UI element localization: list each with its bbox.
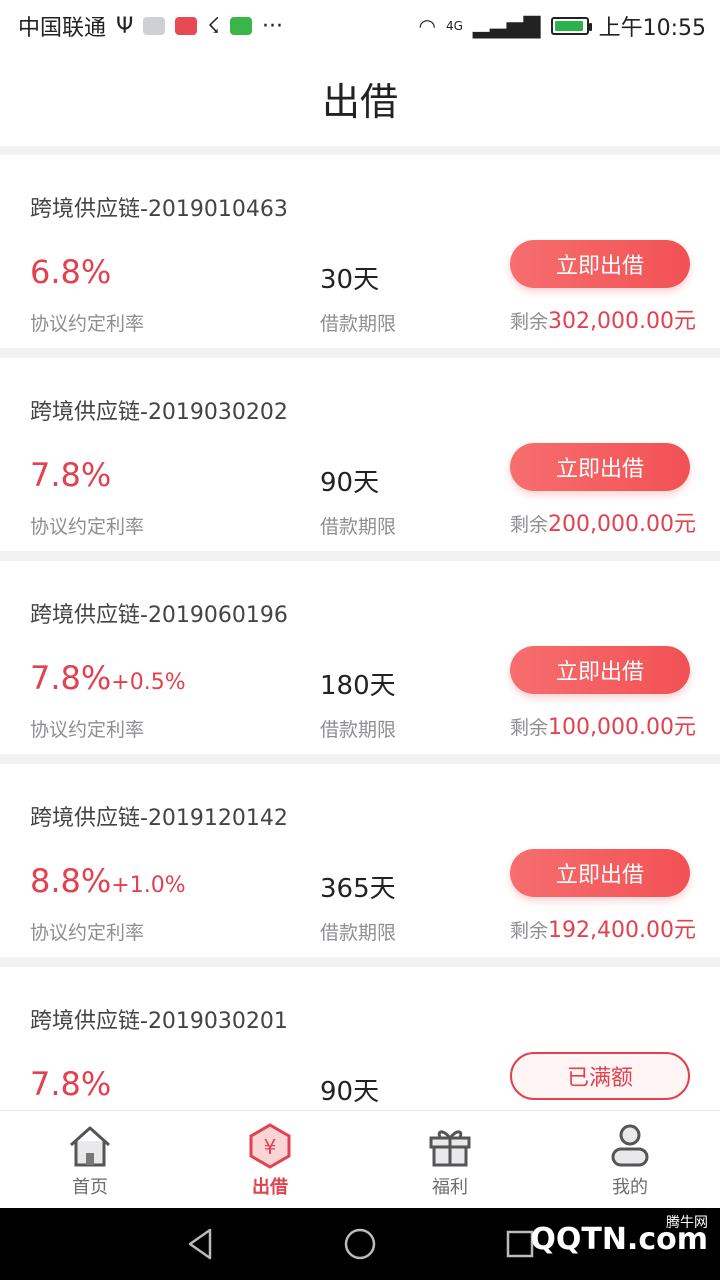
product-rate: 7.8% — [30, 1065, 111, 1103]
tab-lend-label: 出借 — [252, 1177, 288, 1198]
signal-icon: ▂▃▅▇ — [472, 13, 541, 39]
product-card[interactable]: 跨境供应链-2019030201 7.8% 90天 已满额 — [0, 967, 720, 1110]
product-term: 180天 — [320, 671, 396, 701]
status-right: ◠ 4G ▂▃▅▇ 上午10:55 — [419, 10, 706, 42]
product-name: 跨境供应链-2019030201 — [30, 1009, 288, 1034]
product-rate: 7.8%+0.5% — [30, 659, 186, 697]
rate-value: 6.8% — [30, 253, 112, 291]
term-label: 借款期限 — [320, 516, 397, 538]
tab-me[interactable]: 我的 — [540, 1111, 720, 1208]
product-name: 跨境供应链-2019060196 — [30, 603, 288, 628]
term-label: 借款期限 — [320, 313, 397, 335]
rate-value: 7.8% — [30, 456, 112, 494]
product-card[interactable]: 跨境供应链-2019030202 7.8% 协议约定利率 90天 借款期限 立即… — [0, 358, 720, 551]
rate-label: 协议约定利率 — [30, 922, 145, 944]
more-notifications-icon: ··· — [261, 13, 283, 39]
rate-label: 协议约定利率 — [30, 516, 145, 538]
product-name: 跨境供应链-2019010463 — [30, 197, 288, 222]
rate-label: 协议约定利率 — [30, 719, 145, 741]
remaining-amount: 剩余100,000.00元 — [510, 709, 696, 741]
rate-value: 8.8% — [30, 862, 112, 900]
tab-welfare-label: 福利 — [432, 1177, 468, 1198]
product-name: 跨境供应链-2019030202 — [30, 400, 288, 425]
app-notification-icon — [143, 17, 166, 35]
remaining-value: 192,400.00元 — [548, 918, 696, 943]
product-card[interactable]: 跨境供应链-2019120142 8.8%+1.0% 协议约定利率 365天 借… — [0, 764, 720, 957]
remaining-value: 100,000.00元 — [548, 715, 696, 740]
page-header: 出借 — [0, 50, 720, 146]
missed-call-icon: ☇ — [207, 13, 220, 39]
product-term: 30天 — [320, 265, 380, 295]
tab-lend[interactable]: ¥ 出借 — [180, 1111, 360, 1208]
gift-icon — [429, 1130, 471, 1167]
product-list[interactable]: 跨境供应链-2019010463 6.8% 协议约定利率 30天 借款期限 立即… — [0, 155, 720, 1110]
remaining-prefix: 剩余 — [510, 717, 549, 739]
rate-value: 7.8% — [30, 659, 112, 697]
wifi-icon: ◠ — [418, 14, 436, 38]
tab-me-label: 我的 — [612, 1177, 648, 1198]
product-rate: 7.8% — [30, 456, 111, 494]
tab-home[interactable]: 首页 — [0, 1111, 180, 1208]
rate-value: 7.8% — [30, 1065, 112, 1103]
system-nav-bar: 腾牛网 QQTN.com — [0, 1208, 720, 1280]
huawei-notification-icon — [175, 17, 198, 35]
remaining-prefix: 剩余 — [510, 920, 549, 942]
lend-now-button[interactable]: 立即出借 — [510, 443, 690, 491]
remaining-amount: 剩余302,000.00元 — [510, 303, 696, 335]
product-term: 90天 — [320, 1077, 380, 1107]
rate-bonus: +1.0% — [111, 873, 186, 898]
lend-now-button[interactable]: 立即出借 — [510, 849, 690, 897]
remaining-amount: 剩余192,400.00元 — [510, 912, 696, 944]
product-term: 90天 — [320, 468, 380, 498]
status-bar: 中国联通 Ψ ☇ ··· ◠ 4G ▂▃▅▇ 上午10:55 — [0, 0, 720, 50]
product-rate: 8.8%+1.0% — [30, 862, 186, 900]
term-label: 借款期限 — [320, 719, 397, 741]
bottom-tab-bar: 首页 ¥ 出借 福利 我的 — [0, 1110, 720, 1208]
remaining-prefix: 剩余 — [510, 311, 549, 333]
tab-home-label: 首页 — [72, 1177, 108, 1198]
home-icon — [69, 1126, 111, 1167]
watermark-logo: 腾牛网 QQTN.com — [530, 1215, 708, 1257]
watermark-small-text: 腾牛网 — [666, 1215, 708, 1231]
battery-icon — [550, 17, 592, 35]
carrier-label: 中国联通 — [18, 16, 107, 41]
fully-funded-button[interactable]: 已满额 — [510, 1052, 690, 1100]
term-label: 借款期限 — [320, 922, 397, 944]
app-notification-icon-2 — [229, 17, 252, 35]
status-left: 中国联通 Ψ ☇ ··· — [18, 10, 283, 42]
product-card[interactable]: 跨境供应链-2019010463 6.8% 协议约定利率 30天 借款期限 立即… — [0, 155, 720, 348]
product-term: 365天 — [320, 874, 396, 904]
remaining-prefix: 剩余 — [510, 514, 549, 536]
rate-label: 协议约定利率 — [30, 313, 145, 335]
remaining-value: 200,000.00元 — [548, 512, 696, 537]
clock: 上午10:55 — [598, 16, 706, 41]
tab-welfare[interactable]: 福利 — [360, 1111, 540, 1208]
rate-bonus: +0.5% — [111, 670, 186, 695]
remaining-amount: 剩余200,000.00元 — [510, 506, 696, 538]
lend-now-button[interactable]: 立即出借 — [510, 240, 690, 288]
product-name: 跨境供应链-2019120142 — [30, 806, 288, 831]
home-nav-icon[interactable] — [340, 1224, 380, 1264]
back-icon[interactable] — [180, 1224, 220, 1264]
product-card[interactable]: 跨境供应链-2019060196 7.8%+0.5% 协议约定利率 180天 借… — [0, 561, 720, 754]
page-title: 出借 — [321, 79, 398, 124]
svg-text:¥: ¥ — [264, 1135, 277, 1159]
network-type-label: 4G — [445, 19, 463, 33]
user-icon — [611, 1124, 649, 1167]
product-rate: 6.8% — [30, 253, 111, 291]
yuan-hexagon-icon: ¥ — [249, 1123, 291, 1169]
usb-icon: Ψ — [116, 13, 134, 39]
lend-now-button[interactable]: 立即出借 — [510, 646, 690, 694]
remaining-value: 302,000.00元 — [548, 309, 696, 334]
